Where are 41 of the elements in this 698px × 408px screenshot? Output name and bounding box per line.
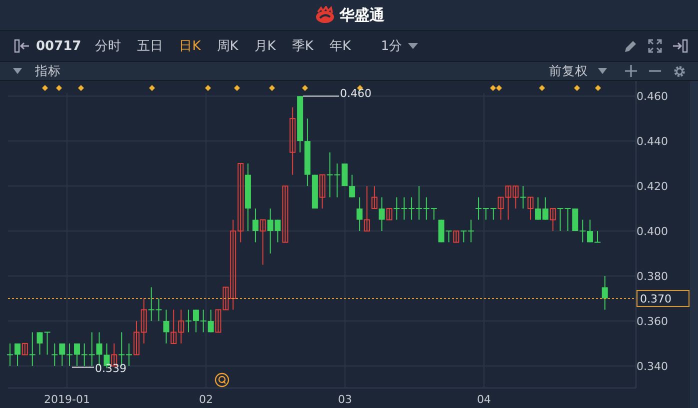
period-tab[interactable]: 周K <box>216 37 238 55</box>
current-price-tag: 0.370 <box>636 290 690 307</box>
y-axis-tick-label: 0.440 <box>636 135 668 148</box>
pencil-icon[interactable] <box>624 39 638 53</box>
period-tab[interactable]: 五日 <box>137 37 164 55</box>
settings-icon[interactable] <box>673 64 686 78</box>
period-tab[interactable]: 分时 <box>95 37 122 55</box>
leader-line <box>72 366 94 368</box>
adjustment-dropdown[interactable]: 前复权 <box>549 62 588 80</box>
y-axis-tick-label: 0.420 <box>636 180 668 194</box>
y-axis-tick-label: 0.400 <box>636 225 668 238</box>
logo-icon <box>314 6 336 24</box>
caret-icon[interactable] <box>598 68 607 74</box>
fullscreen-icon[interactable] <box>648 39 662 53</box>
low-price-label: 0.339 <box>95 362 126 376</box>
period-tab[interactable]: 季K <box>292 37 314 55</box>
date-tick: 2019-01 <box>44 393 90 406</box>
period-tab[interactable]: 年K <box>329 37 351 55</box>
date-tick: 04 <box>476 393 491 406</box>
indicators-label[interactable]: 指标 <box>35 62 61 80</box>
ref-line-label: 0.370 <box>640 292 672 306</box>
expand-panel-icon[interactable] <box>672 39 688 53</box>
collapse-panel-icon[interactable] <box>14 39 30 53</box>
y-axis-tick-label: 0.460 <box>636 90 668 104</box>
interval-dropdown[interactable]: 1分 <box>380 37 402 55</box>
caret-icon[interactable] <box>408 43 418 49</box>
date-tick: 02 <box>198 393 213 406</box>
stock-code: 00717 <box>36 38 82 54</box>
app-title: 华盛通 <box>340 6 384 24</box>
q-badge-icon[interactable] <box>214 372 230 388</box>
leader-line <box>302 96 340 97</box>
period-tab[interactable]: 日K <box>179 37 201 55</box>
period-tab[interactable]: 月K <box>254 37 276 55</box>
y-axis-tick-label: 0.340 <box>636 360 668 373</box>
add-icon[interactable] <box>625 65 637 77</box>
y-axis-tick-label: 0.360 <box>636 314 668 328</box>
y-axis-tick-label: 0.380 <box>636 270 668 283</box>
candle <box>602 276 608 310</box>
caret-icon[interactable] <box>13 68 22 74</box>
date-tick: 03 <box>338 393 352 406</box>
high-price-label: 0.460 <box>340 87 372 100</box>
